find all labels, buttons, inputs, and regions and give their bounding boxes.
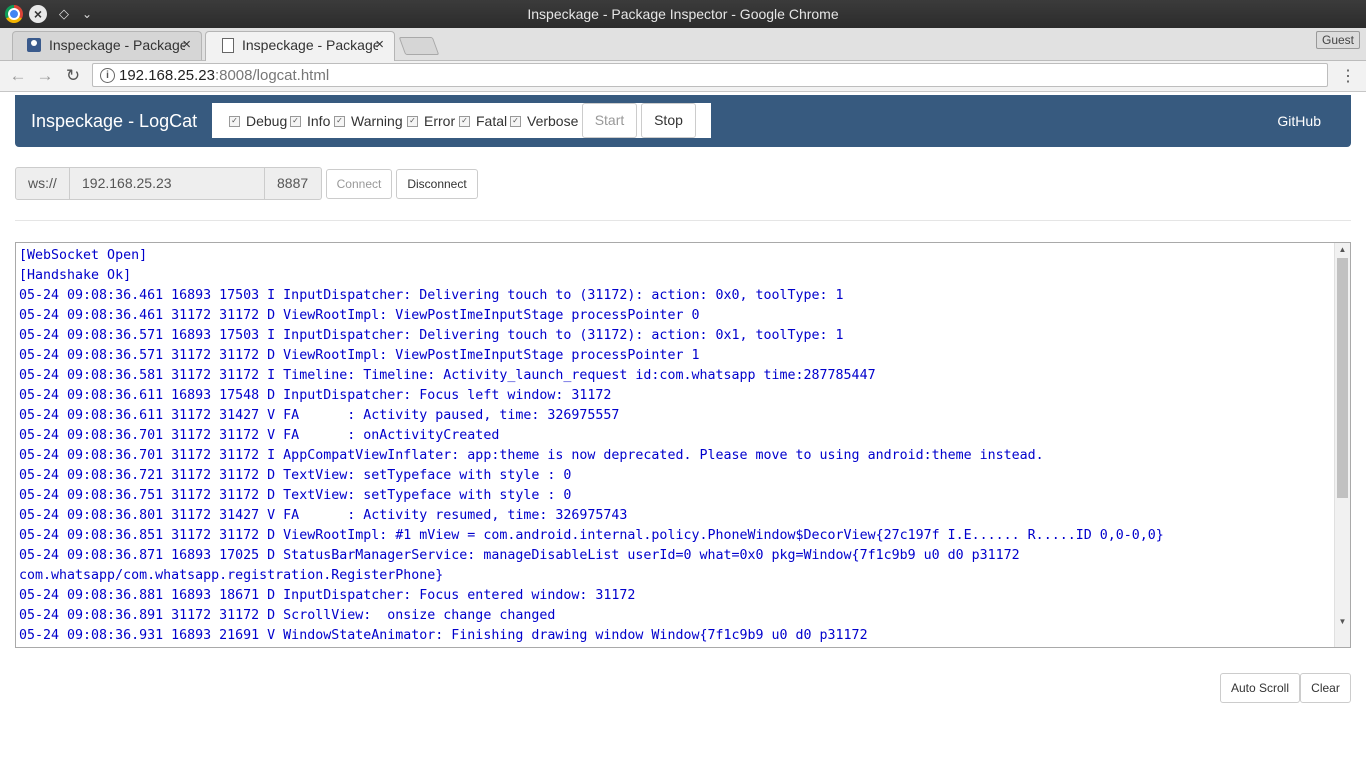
- log-line: 05-24 09:08:36.801 31172 31427 V FA : Ac…: [19, 508, 628, 523]
- log-line: 05-24 09:08:36.871 16893 17025 D StatusB…: [19, 548, 1020, 563]
- window-title: Inspeckage - Package Inspector - Google …: [527, 6, 839, 22]
- level-debug[interactable]: ✓ Debug: [229, 113, 287, 129]
- back-arrow-icon[interactable]: ←: [7, 65, 29, 87]
- auto-scroll-button[interactable]: Auto Scroll: [1220, 673, 1300, 703]
- log-line: 05-24 09:08:36.701 31172 31172 V FA : on…: [19, 428, 500, 443]
- level-info[interactable]: ✓ Info: [290, 113, 330, 129]
- url-text: 192.168.25.23:8008/logcat.html: [119, 67, 329, 84]
- level-label: Fatal: [476, 113, 508, 129]
- warning-checkbox[interactable]: ✓: [334, 115, 345, 127]
- log-line: 05-24 09:08:36.581 31172 31172 I Timelin…: [19, 368, 876, 383]
- scroll-down-icon[interactable]: ▼: [1335, 617, 1350, 626]
- log-line: 05-24 09:08:36.461 31172 31172 D ViewRoo…: [19, 308, 700, 323]
- info-checkbox[interactable]: ✓: [290, 115, 301, 127]
- reload-icon[interactable]: ↻: [62, 65, 84, 87]
- level-label: Debug: [246, 113, 288, 129]
- stop-button[interactable]: Stop: [641, 103, 696, 138]
- connect-button[interactable]: Connect: [326, 169, 392, 199]
- page-favicon-icon: [222, 38, 234, 53]
- scroll-up-icon[interactable]: ▲: [1335, 245, 1350, 254]
- new-tab-button[interactable]: [398, 37, 440, 55]
- forward-arrow-icon[interactable]: →: [34, 65, 56, 87]
- log-line: 05-24 09:08:36.851 31172 31172 D ViewRoo…: [19, 528, 1164, 543]
- log-line: 05-24 09:08:36.461 16893 17503 I InputDi…: [19, 288, 844, 303]
- host-input[interactable]: 192.168.25.23: [69, 167, 265, 200]
- log-line: [Handshake Ok]: [19, 268, 132, 283]
- log-line: 05-24 09:08:36.881 16893 18671 D InputDi…: [19, 588, 636, 603]
- tab-strip: Inspeckage - Package Inspector × Inspeck…: [0, 28, 1366, 61]
- level-fatal[interactable]: ✓ Fatal: [459, 113, 507, 129]
- debug-checkbox[interactable]: ✓: [229, 115, 240, 127]
- scrollbar-thumb[interactable]: [1337, 258, 1348, 498]
- window-title-bar: × ◇ ⌄ Inspeckage - Package Inspector - G…: [0, 0, 1366, 28]
- browser-menu-icon[interactable]: ⋮: [1340, 66, 1356, 86]
- level-label: Info: [307, 113, 331, 129]
- level-verbose[interactable]: ✓ Verbose: [510, 113, 578, 129]
- disconnect-button[interactable]: Disconnect: [396, 169, 478, 199]
- level-error[interactable]: ✓ Error: [407, 113, 455, 129]
- site-info-icon[interactable]: i: [100, 68, 115, 83]
- profile-favicon-icon: [27, 38, 41, 52]
- tab-label: Inspeckage - Package Inspector: [49, 37, 185, 53]
- error-checkbox[interactable]: ✓: [407, 115, 418, 127]
- log-line: 05-24 09:08:36.721 31172 31172 D TextVie…: [19, 468, 572, 483]
- log-line: [WebSocket Open]: [19, 248, 148, 263]
- port-input[interactable]: 8887: [264, 167, 322, 200]
- github-link[interactable]: GitHub: [1277, 113, 1321, 129]
- browser-toolbar: ← → ↻ i 192.168.25.23:8008/logcat.html ⋮: [0, 61, 1366, 92]
- browser-tab-1[interactable]: Inspeckage - Package Inspector ×: [12, 31, 202, 60]
- log-lines: [WebSocket Open] [Handshake Ok] 05-24 09:0…: [19, 246, 1335, 646]
- url-host: 192.168.25.23: [119, 67, 215, 84]
- log-line: 05-24 09:08:36.751 31172 31172 D TextVie…: [19, 488, 572, 503]
- log-line: 05-24 09:08:36.611 16893 17548 D InputDi…: [19, 388, 612, 403]
- log-line: 05-24 09:08:36.701 31172 31172 I AppComp…: [19, 448, 1044, 463]
- level-warning[interactable]: ✓ Warning: [334, 113, 403, 129]
- log-line: 05-24 09:08:36.571 31172 31172 D ViewRoo…: [19, 348, 700, 363]
- fatal-checkbox[interactable]: ✓: [459, 115, 470, 127]
- close-tab-icon[interactable]: ×: [182, 36, 191, 53]
- verbose-checkbox[interactable]: ✓: [510, 115, 521, 127]
- close-tab-icon[interactable]: ×: [375, 36, 384, 53]
- start-button[interactable]: Start: [582, 103, 637, 138]
- level-label: Verbose: [527, 113, 579, 129]
- url-path: :8008/logcat.html: [214, 67, 330, 84]
- log-line: 05-24 09:08:36.571 16893 17503 I InputDi…: [19, 328, 844, 343]
- log-line: com.whatsapp/com.whatsapp.registration.R…: [19, 568, 444, 583]
- address-bar[interactable]: i 192.168.25.23:8008/logcat.html: [92, 63, 1328, 87]
- ws-scheme-addon: ws://: [15, 167, 70, 200]
- log-line: 05-24 09:08:36.931 16893 21691 V WindowS…: [19, 628, 868, 643]
- log-scrollbar[interactable]: ▲ ▼: [1334, 243, 1350, 647]
- tab-label: Inspeckage - Package Inspector: [242, 37, 378, 53]
- browser-tab-2[interactable]: Inspeckage - Package Inspector ×: [205, 31, 395, 61]
- brand-title[interactable]: Inspeckage - LogCat: [31, 111, 197, 132]
- log-level-filter: ✓ Debug ✓ Info ✓ Warning ✓ Error ✓ Fatal ✓ Ver…: [212, 103, 711, 138]
- log-line: 05-24 09:08:36.611 31172 31427 V FA : Ac…: [19, 408, 620, 423]
- divider: [15, 220, 1351, 221]
- level-label: Error: [424, 113, 456, 129]
- level-label: Warning: [351, 113, 403, 129]
- guest-profile-button[interactable]: Guest: [1315, 31, 1360, 49]
- app-navbar: Inspeckage - LogCat ✓ Debug ✓ Info ✓ Warnin…: [15, 95, 1351, 147]
- logcat-output[interactable]: [WebSocket Open] [Handshake Ok] 05-24 09:0…: [15, 242, 1351, 648]
- log-line: 05-24 09:08:36.891 31172 31172 D ScrollV…: [19, 608, 556, 623]
- clear-button[interactable]: Clear: [1300, 673, 1351, 703]
